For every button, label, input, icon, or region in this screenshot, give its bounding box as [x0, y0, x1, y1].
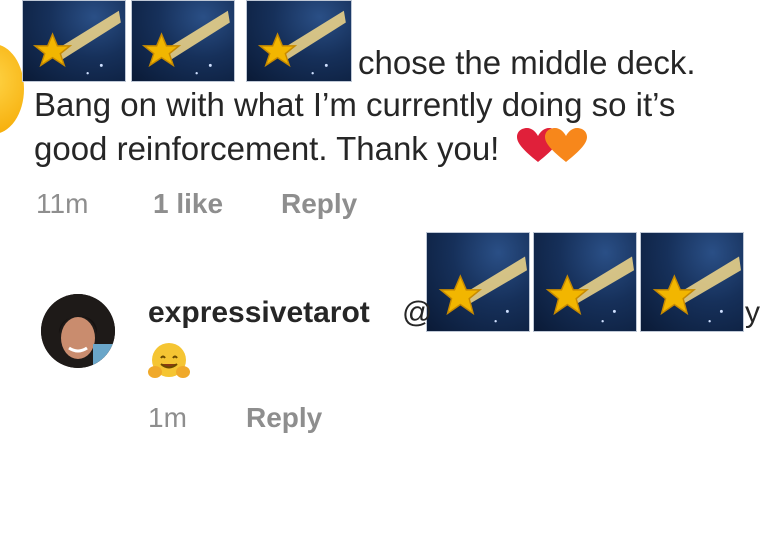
shooting-star-icon [22, 0, 126, 82]
reply-username[interactable]: expressivetarot [148, 296, 370, 330]
orange-heart-icon [544, 128, 587, 172]
comment-line-2: Bang on with what I’m currently doing so… [34, 86, 676, 123]
reply-timestamp: 1m [148, 402, 187, 433]
comment-line-3: good reinforcement. Thank you! [34, 128, 587, 172]
comment-timestamp: 11m [36, 188, 89, 219]
reply-button[interactable]: Reply [246, 402, 322, 434]
mention-partial-end[interactable]: y [745, 296, 760, 330]
avatar[interactable] [41, 294, 115, 368]
shooting-star-icon [246, 0, 352, 82]
emoji-avatar-partial [0, 44, 24, 134]
mention-partial-start[interactable]: @ [402, 296, 432, 330]
comment-line-3-text: good reinforcement. Thank you! [34, 130, 500, 167]
hugging-face-icon [147, 340, 191, 387]
comment-line-1-tail: chose the middle deck. [358, 44, 696, 81]
shooting-star-icon [131, 0, 235, 82]
shooting-star-icon [426, 232, 530, 332]
shooting-star-icon [533, 232, 637, 332]
shooting-star-icon [640, 232, 744, 332]
likes-count[interactable]: 1 like [153, 188, 223, 220]
reply-button[interactable]: Reply [281, 188, 357, 220]
